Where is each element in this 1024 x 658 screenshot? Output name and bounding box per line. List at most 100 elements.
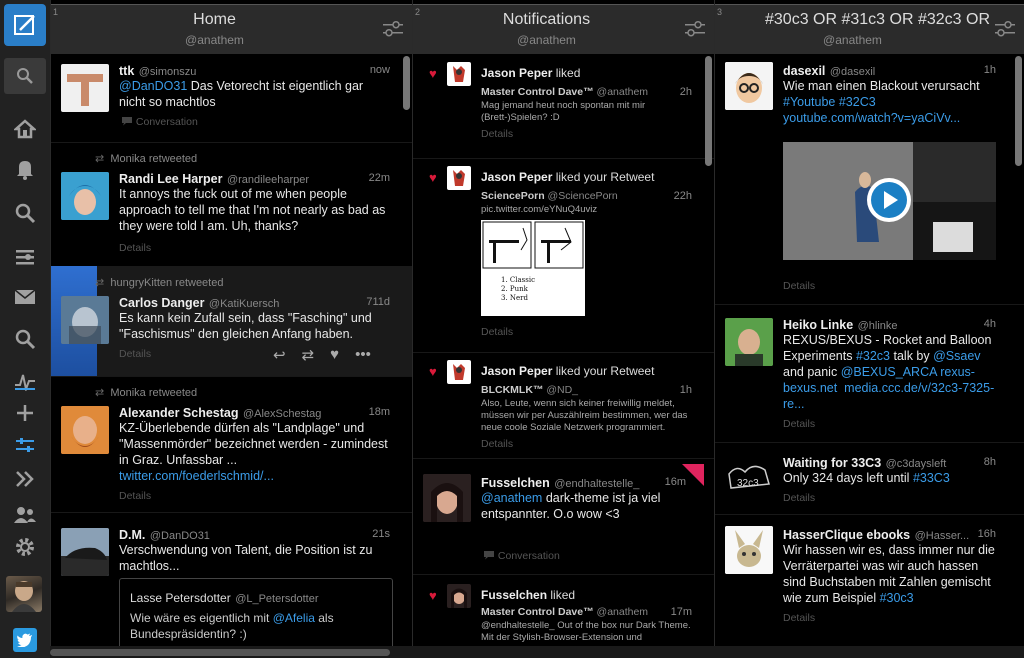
actor-name[interactable]: Jason Peper (481, 170, 552, 184)
column-body[interactable]: ttk @simonszu now @DanDO31 Das Vetorecht… (51, 54, 412, 658)
avatar[interactable] (61, 64, 109, 112)
compose-button[interactable] (4, 4, 46, 46)
mention-link[interactable]: @anathem (481, 491, 542, 505)
details-link[interactable]: Details (481, 438, 513, 450)
conversation-link[interactable]: Conversation (483, 550, 560, 562)
source-name[interactable]: BLCKMLK™ (481, 384, 543, 396)
author-handle[interactable]: @c3daysleft (886, 458, 947, 470)
avatar[interactable] (61, 406, 109, 454)
url-link[interactable]: twitter.com/foederlschmid/... (119, 469, 274, 483)
author-handle[interactable]: @Hasser... (915, 530, 970, 542)
column-scrollbar[interactable] (705, 56, 712, 166)
horizontal-scrollbar[interactable] (50, 649, 390, 656)
timestamp[interactable]: 22h (674, 190, 692, 202)
avatar[interactable] (61, 172, 109, 220)
author-handle[interactable]: @dasexil (830, 66, 875, 78)
search-button[interactable] (4, 58, 46, 94)
hashtag-link[interactable]: #33C3 (913, 471, 950, 485)
author-name[interactable]: Fusselchen (481, 476, 550, 490)
author-name[interactable]: dasexil (783, 64, 825, 78)
collapse-button[interactable] (0, 462, 50, 496)
column-settings-icon[interactable] (994, 19, 1016, 39)
timestamp[interactable]: 22m (369, 172, 390, 184)
tweet-mention[interactable]: Fusselchen @endhaltestelle_ 16m @anathem… (413, 458, 714, 574)
url-link[interactable]: youtube.com/watch?v=yaCiVv... (783, 111, 960, 125)
actor-name[interactable]: Jason Peper (481, 66, 552, 80)
settings-button[interactable] (0, 530, 50, 564)
avatar[interactable] (61, 296, 109, 344)
retweeter-label[interactable]: Monika retweeted (110, 387, 197, 399)
like-icon[interactable]: ♥ (330, 346, 339, 364)
hashtag-link[interactable]: #Youtube (783, 95, 835, 109)
account-avatar[interactable] (6, 576, 42, 612)
column-body[interactable]: ♥ Jason Peper liked Master Control Dave™… (413, 54, 714, 658)
hashtag-link[interactable]: #32C3 (839, 95, 876, 109)
timestamp[interactable]: 4h (984, 318, 996, 330)
details-link[interactable]: Details (119, 242, 151, 254)
timestamp[interactable]: 18m (369, 406, 390, 418)
notification-like[interactable]: ♥ Jason Peper liked your Retweet BLCKMLK… (413, 352, 714, 458)
timestamp[interactable]: now (370, 64, 390, 76)
actor-name[interactable]: Jason Peper (481, 364, 552, 378)
notifications-column-button[interactable] (0, 152, 50, 186)
tweet[interactable]: 32c3 Waiting for 33C3 @c3daysleft 8h Onl… (715, 442, 1024, 514)
timestamp[interactable]: 1h (680, 384, 692, 396)
mention-link[interactable]: @BEXUS_ARCA (841, 365, 937, 379)
hashtag-link[interactable]: #32c3 (856, 349, 890, 363)
tweet[interactable]: ⇄ Monika retweeted Randi Lee Harper @ran… (51, 142, 412, 266)
column-scrollbar[interactable] (1015, 56, 1022, 166)
details-link[interactable]: Details (783, 280, 815, 292)
messages-column-button[interactable] (0, 280, 50, 314)
author-handle[interactable]: @endhaltestelle_ (554, 478, 639, 490)
column-settings-icon[interactable] (382, 19, 404, 39)
author-handle[interactable]: @KatiKuersch (209, 298, 279, 310)
avatar[interactable] (447, 62, 471, 86)
quoted-tweet[interactable]: Lasse Petersdotter @L_Petersdotter Wie w… (119, 578, 393, 656)
column-title[interactable]: Notifications (413, 11, 680, 29)
avatar[interactable] (447, 166, 471, 190)
more-icon[interactable]: ••• (355, 346, 371, 364)
avatar[interactable] (61, 528, 109, 576)
avatar[interactable] (423, 474, 471, 522)
author-handle[interactable]: @AlexSchestag (243, 408, 321, 420)
notification-like[interactable]: ♥ Jason Peper liked your Retweet Science… (413, 158, 714, 352)
avatar[interactable]: 32c3 (725, 454, 773, 502)
author-name[interactable]: Heiko Linke (783, 318, 853, 332)
mention-link[interactable]: @Ssaev (933, 349, 980, 363)
notification-like[interactable]: ♥ Jason Peper liked Master Control Dave™… (413, 54, 714, 158)
details-link[interactable]: Details (783, 612, 815, 624)
timestamp[interactable]: 17m (671, 606, 692, 618)
tweet[interactable]: ttk @simonszu now @DanDO31 Das Vetorecht… (51, 54, 412, 142)
source-name[interactable]: Master Control Dave™ (481, 606, 594, 618)
mention-link[interactable]: @DanDO31 (119, 79, 187, 93)
author-name[interactable]: HasserClique ebooks (783, 528, 910, 542)
author-handle[interactable]: @hlinke (858, 320, 898, 332)
timestamp[interactable]: 8h (984, 456, 996, 468)
column-body[interactable]: dasexil @dasexil 1h Wie man einen Blacko… (715, 54, 1024, 658)
author-handle[interactable]: @randileeharper (227, 174, 309, 186)
timestamp[interactable]: 711d (366, 296, 390, 308)
author-name[interactable]: Carlos Danger (119, 296, 204, 310)
add-column-button[interactable] (0, 396, 50, 430)
details-link[interactable]: Details (481, 128, 513, 140)
details-link[interactable]: Details (481, 326, 513, 338)
accounts-button[interactable] (0, 498, 50, 532)
source-handle[interactable]: @SciencePorn (548, 190, 618, 202)
conversation-link[interactable]: Conversation (121, 116, 198, 128)
tweet-selected[interactable]: ⇄ hungryKitten retweeted Carlos Danger @… (51, 266, 412, 376)
search-column-button-2[interactable] (0, 322, 50, 356)
source-text[interactable]: pic.twitter.com/eYNuQ4uviz (481, 204, 597, 216)
tweet[interactable]: Heiko Linke @hlinke 4h REXUS/BEXUS - Roc… (715, 304, 1024, 442)
retweeter-label[interactable]: hungryKitten retweeted (110, 277, 223, 289)
retweet-action-icon[interactable]: ⇄ (302, 346, 315, 364)
quoted-author-name[interactable]: Lasse Petersdotter (130, 591, 231, 605)
avatar[interactable] (447, 360, 471, 384)
author-name[interactable]: Waiting for 33C3 (783, 456, 881, 470)
source-name[interactable]: Master Control Dave™ (481, 86, 594, 98)
details-link[interactable]: Details (783, 492, 815, 504)
column-scrollbar[interactable] (403, 56, 410, 110)
timestamp[interactable]: 16m (665, 476, 686, 488)
timestamp[interactable]: 2h (680, 86, 692, 98)
actor-name[interactable]: Fusselchen (481, 588, 547, 602)
timestamp[interactable]: 16h (978, 528, 996, 540)
